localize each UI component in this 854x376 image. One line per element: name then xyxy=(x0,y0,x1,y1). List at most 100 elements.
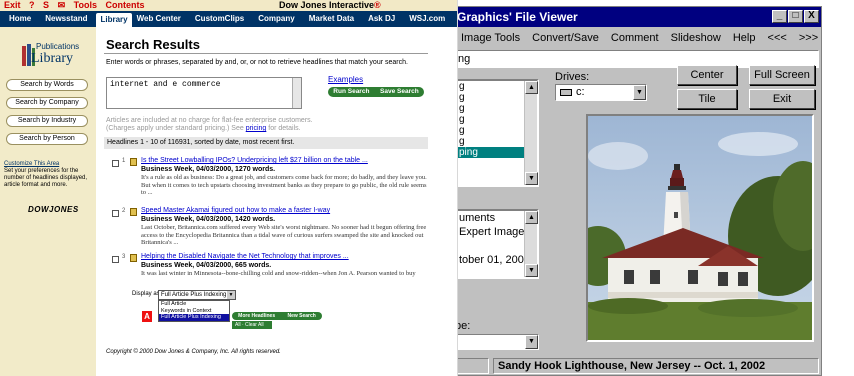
logo-library: Library xyxy=(31,51,73,66)
display-format-select[interactable]: Full Article Plus Indexing ▼ xyxy=(158,290,236,300)
nav-tab-market-data[interactable]: Market Data xyxy=(304,14,363,27)
result-snippet: It's a rule as old as business: Do a gre… xyxy=(141,174,427,196)
search-by-words-button[interactable]: Search by Words xyxy=(6,79,88,91)
query-scrollbar[interactable] xyxy=(292,78,301,108)
acrobat-icon[interactable]: A xyxy=(142,311,152,322)
exit-button[interactable]: Exit xyxy=(749,89,815,109)
more-headlines-button[interactable]: More Headlines xyxy=(238,312,275,320)
display-format-options: Full Article Keywords in Context Full Arti… xyxy=(158,300,230,322)
display-format-option[interactable]: Full Article Plus Indexing xyxy=(159,314,229,321)
dow-jones-logo: DOWJONES xyxy=(28,205,79,214)
menu-help[interactable]: Help xyxy=(733,32,756,44)
menu-slideshow[interactable]: Slideshow xyxy=(671,32,721,44)
search-by-company-button[interactable]: Search by Company xyxy=(6,97,88,109)
file-list[interactable]: g g g g g g ping ▲ ▼ xyxy=(455,79,539,187)
document-icon xyxy=(130,158,137,166)
pricing-note-line1: Articles are included at no charge for f… xyxy=(106,117,313,124)
chevron-down-icon[interactable]: ▼ xyxy=(525,335,538,349)
nav-tab-library[interactable]: Library xyxy=(96,13,132,27)
nav-tab-newsstand[interactable]: Newsstand xyxy=(40,14,96,27)
pricing-link[interactable]: pricing xyxy=(246,125,267,132)
title-divider xyxy=(104,53,428,54)
mail-icon[interactable]: ✉ xyxy=(58,0,66,10)
menu-next[interactable]: >>> xyxy=(799,32,818,44)
main-nav: Home Newsstand Library Web Center CustomClip… xyxy=(0,11,457,27)
tile-button[interactable]: Tile xyxy=(677,89,737,109)
search-query-input[interactable]: internet and e commerce xyxy=(106,77,302,109)
result-meta: Business Week, 04/03/2000, 1420 words. xyxy=(141,216,276,223)
display-format-value: Full Article Plus Indexing xyxy=(161,292,227,298)
comment-box[interactable]: uments Expert Images tober 01, 2002 ▲ ▼ xyxy=(455,209,539,279)
nav-tab-wsj-com[interactable]: WSJ.com xyxy=(404,14,454,27)
result-snippet: Last October, Britannica.com suffered ev… xyxy=(141,224,427,246)
comment-scrollbar[interactable]: ▲ ▼ xyxy=(524,211,538,277)
save-search-button[interactable]: Save Search xyxy=(380,87,419,97)
tools-link[interactable]: Tools xyxy=(74,0,97,10)
nav-tab-company[interactable]: Company xyxy=(253,14,303,27)
sidebar: Publications Library Search by Words Sea… xyxy=(0,27,96,376)
close-button[interactable]: X xyxy=(804,10,819,23)
menu-image-tools[interactable]: Image Tools xyxy=(461,32,520,44)
main-content: Search Results Enter words or phrases, s… xyxy=(96,27,457,376)
brand-name: Dow Jones Interactive® xyxy=(279,0,381,11)
query-text: internet and e commerce xyxy=(110,80,221,89)
menu-convert-save[interactable]: Convert/Save xyxy=(532,32,599,44)
center-button[interactable]: Center xyxy=(677,65,737,85)
scroll-down-icon[interactable]: ▼ xyxy=(525,172,538,185)
result-snippet: It was last winter in Minnesota--bone-ch… xyxy=(141,270,416,277)
nav-tab-customclips[interactable]: CustomClips xyxy=(190,14,253,27)
examples-link[interactable]: Examples xyxy=(328,75,363,84)
document-icon xyxy=(130,208,137,216)
customize-link[interactable]: Customize This Area xyxy=(4,161,92,168)
result-number: 2 xyxy=(122,208,126,214)
result-title-link[interactable]: Is the Street Lowballing IPOs? Underpric… xyxy=(141,157,368,164)
result-action-buttons: More Headlines New Search xyxy=(232,312,322,320)
help-icon[interactable]: ? xyxy=(29,0,35,10)
result-checkbox[interactable] xyxy=(112,210,119,217)
scroll-up-icon[interactable]: ▲ xyxy=(525,211,538,224)
search-by-person-button[interactable]: Search by Person xyxy=(6,133,88,145)
file-list-scrollbar[interactable]: ▲ ▼ xyxy=(524,81,538,185)
drive-select[interactable]: c: ▼ xyxy=(555,84,647,101)
chevron-down-icon[interactable]: ▼ xyxy=(227,291,235,299)
chevron-down-icon[interactable]: ▼ xyxy=(633,85,646,100)
result-title-link[interactable]: Speed Master Akamai figured out how to m… xyxy=(141,207,330,214)
nav-tab-web-center[interactable]: Web Center xyxy=(132,14,190,27)
image-preview xyxy=(586,114,814,342)
pricing-note: Articles are included at no charge for f… xyxy=(106,117,406,133)
pricing-text: (Charges apply under standard pricing.) … xyxy=(106,125,244,132)
drive-value: c: xyxy=(576,86,585,98)
nav-tab-ask-dj[interactable]: Ask DJ xyxy=(363,14,404,27)
hard-drive-icon xyxy=(560,88,572,96)
menu-previous[interactable]: <<< xyxy=(768,32,787,44)
nav-tab-home[interactable]: Home xyxy=(4,14,40,27)
full-screen-button[interactable]: Full Screen xyxy=(749,65,815,85)
search-buttons: Run Search Save Search xyxy=(328,87,424,97)
copyright-notice: Copyright © 2000 Dow Jones & Company, In… xyxy=(106,349,281,355)
run-search-button[interactable]: Run Search xyxy=(333,87,369,97)
file-type-select[interactable]: ▼ xyxy=(455,334,539,350)
contents-link[interactable]: Contents xyxy=(106,0,145,10)
result-checkbox[interactable] xyxy=(112,160,119,167)
brand-text: Dow Jones Interactive xyxy=(279,0,375,10)
viewer-title: Graphics' File Viewer xyxy=(457,10,578,24)
search-by-industry-button[interactable]: Search by Industry xyxy=(6,115,88,127)
scroll-down-icon[interactable]: ▼ xyxy=(525,264,538,277)
minimize-button[interactable]: _ xyxy=(772,10,787,23)
pricing-text-end: for details. xyxy=(268,125,301,132)
exit-link[interactable]: Exit xyxy=(4,0,21,10)
pricing-note-line2: (Charges apply under standard pricing.) … xyxy=(106,125,406,133)
result-checkbox[interactable] xyxy=(112,256,119,263)
maximize-button[interactable]: □ xyxy=(788,10,803,23)
new-search-button[interactable]: New Search xyxy=(287,312,315,320)
result-number: 3 xyxy=(122,254,126,260)
scroll-up-icon[interactable]: ▲ xyxy=(525,81,538,94)
result-item: 1 Is the Street Lowballing IPOs? Underpr… xyxy=(106,157,436,203)
menu-comment[interactable]: Comment xyxy=(611,32,659,44)
result-meta: Business Week, 04/03/2000, 665 words. xyxy=(141,262,272,269)
dollar-icon[interactable]: S xyxy=(43,0,49,10)
top-toolbar: Exit ? S ✉ Tools Contents Dow Jones Inte… xyxy=(0,0,457,11)
check-all-clear-all[interactable]: All · Clear All xyxy=(232,321,272,329)
document-icon xyxy=(130,254,137,262)
result-title-link[interactable]: Helping the Disabled Navigate the Net Te… xyxy=(141,253,349,260)
